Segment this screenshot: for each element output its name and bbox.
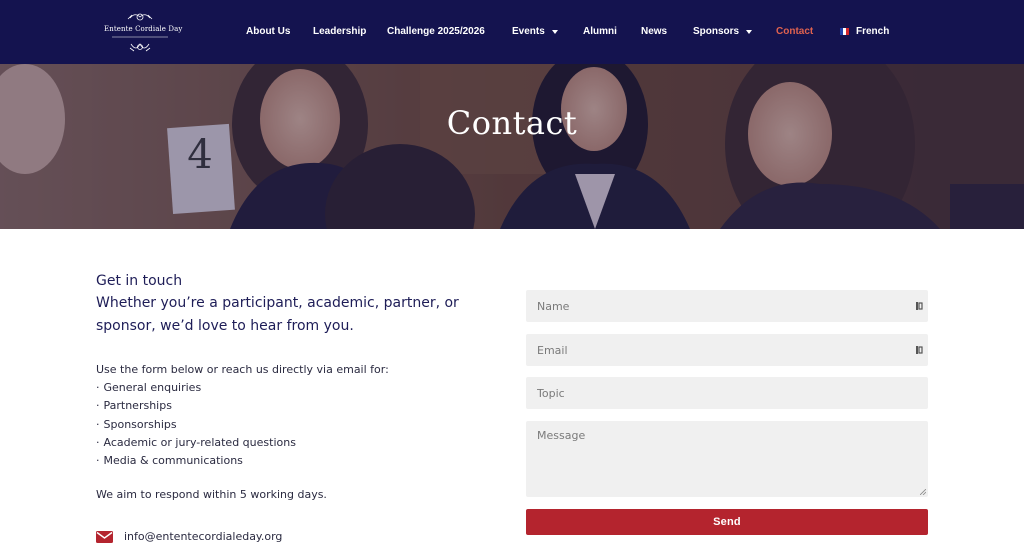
chevron-down-icon bbox=[551, 29, 558, 34]
intro-text: Whether you’re a participant, academic, … bbox=[96, 295, 459, 334]
nav-alumni[interactable]: Alumni bbox=[583, 26, 617, 37]
contact-intro: Get in touch Whether you’re a participan… bbox=[96, 270, 476, 337]
nav-leadership[interactable]: Leadership bbox=[313, 26, 366, 37]
nav-sponsors[interactable]: Sponsors bbox=[693, 26, 753, 37]
name-input[interactable] bbox=[526, 290, 928, 322]
nav-contact[interactable]: Contact bbox=[776, 26, 813, 37]
contact-lead: Use the form below or reach us directly … bbox=[96, 363, 389, 376]
bullet: · bbox=[96, 417, 100, 431]
contact-details: Use the form below or reach us directly … bbox=[96, 361, 389, 470]
list-item: · Academic or jury-related questions bbox=[96, 434, 389, 452]
nav-challenge[interactable]: Challenge 2025/2026 bbox=[387, 26, 485, 37]
topic-input[interactable] bbox=[526, 377, 928, 409]
nav-challenge-label: Challenge 2025/2026 bbox=[387, 26, 485, 37]
nav-language-label: French bbox=[856, 26, 890, 37]
nav-language-french[interactable]: French bbox=[840, 26, 889, 37]
bullet: · bbox=[96, 435, 100, 449]
nav-about-label: About Us bbox=[246, 26, 291, 37]
nav-news-label: News bbox=[641, 26, 668, 37]
list-item: · Partnerships bbox=[96, 397, 389, 415]
email-field[interactable] bbox=[526, 334, 928, 366]
nav-sponsors-label: Sponsors bbox=[693, 26, 740, 37]
site-logo[interactable]: Entente Cordiale Day bbox=[104, 8, 183, 56]
site-header: Entente Cordiale Day About Us Leadership… bbox=[0, 0, 1024, 64]
nav-about[interactable]: About Us bbox=[246, 26, 290, 37]
response-time-note: We aim to respond within 5 working days. bbox=[96, 488, 327, 501]
chevron-down-icon bbox=[746, 29, 753, 34]
list-item-label: Partnerships bbox=[103, 399, 172, 413]
hero-banner: 4 Contact bbox=[0, 64, 1024, 229]
message-textarea[interactable] bbox=[526, 421, 928, 497]
list-item: · Sponsorships bbox=[96, 416, 389, 434]
message-field[interactable] bbox=[526, 421, 928, 497]
list-item-label: Academic or jury-related questions bbox=[103, 435, 296, 449]
autofill-key-icon[interactable] bbox=[916, 345, 924, 355]
list-item-label: Media & communications bbox=[103, 454, 243, 468]
email-contact[interactable]: info@ententecordialeday.org bbox=[96, 530, 282, 543]
nav-events-label: Events bbox=[512, 26, 545, 37]
nav-alumni-label: Alumni bbox=[583, 26, 617, 37]
page-title: Contact bbox=[446, 104, 578, 142]
topic-field[interactable] bbox=[526, 377, 928, 409]
envelope-icon bbox=[96, 530, 113, 543]
email-input[interactable] bbox=[526, 334, 928, 366]
bullet: · bbox=[96, 454, 100, 468]
resize-handle-icon[interactable] bbox=[920, 489, 926, 495]
nav-news[interactable]: News bbox=[641, 26, 667, 37]
list-item-label: Sponsorships bbox=[103, 417, 177, 431]
name-field[interactable] bbox=[526, 290, 928, 322]
french-flag-icon bbox=[840, 28, 849, 35]
autofill-key-icon[interactable] bbox=[916, 301, 924, 311]
section-heading: Get in touch bbox=[96, 273, 183, 289]
send-button[interactable]: Send bbox=[526, 509, 928, 535]
nav-contact-label: Contact bbox=[776, 26, 814, 37]
logo-text: Entente Cordiale Day bbox=[104, 25, 183, 33]
list-item: · Media & communications bbox=[96, 452, 389, 470]
email-link[interactable]: info@ententecordialeday.org bbox=[124, 530, 282, 543]
list-item: · General enquiries bbox=[96, 379, 389, 397]
list-item-label: General enquiries bbox=[103, 381, 202, 395]
nav-leadership-label: Leadership bbox=[313, 26, 367, 37]
bullet: · bbox=[96, 381, 100, 395]
bullet: · bbox=[96, 399, 100, 413]
nav-events[interactable]: Events bbox=[512, 26, 558, 37]
hero-overlay bbox=[0, 64, 1024, 229]
